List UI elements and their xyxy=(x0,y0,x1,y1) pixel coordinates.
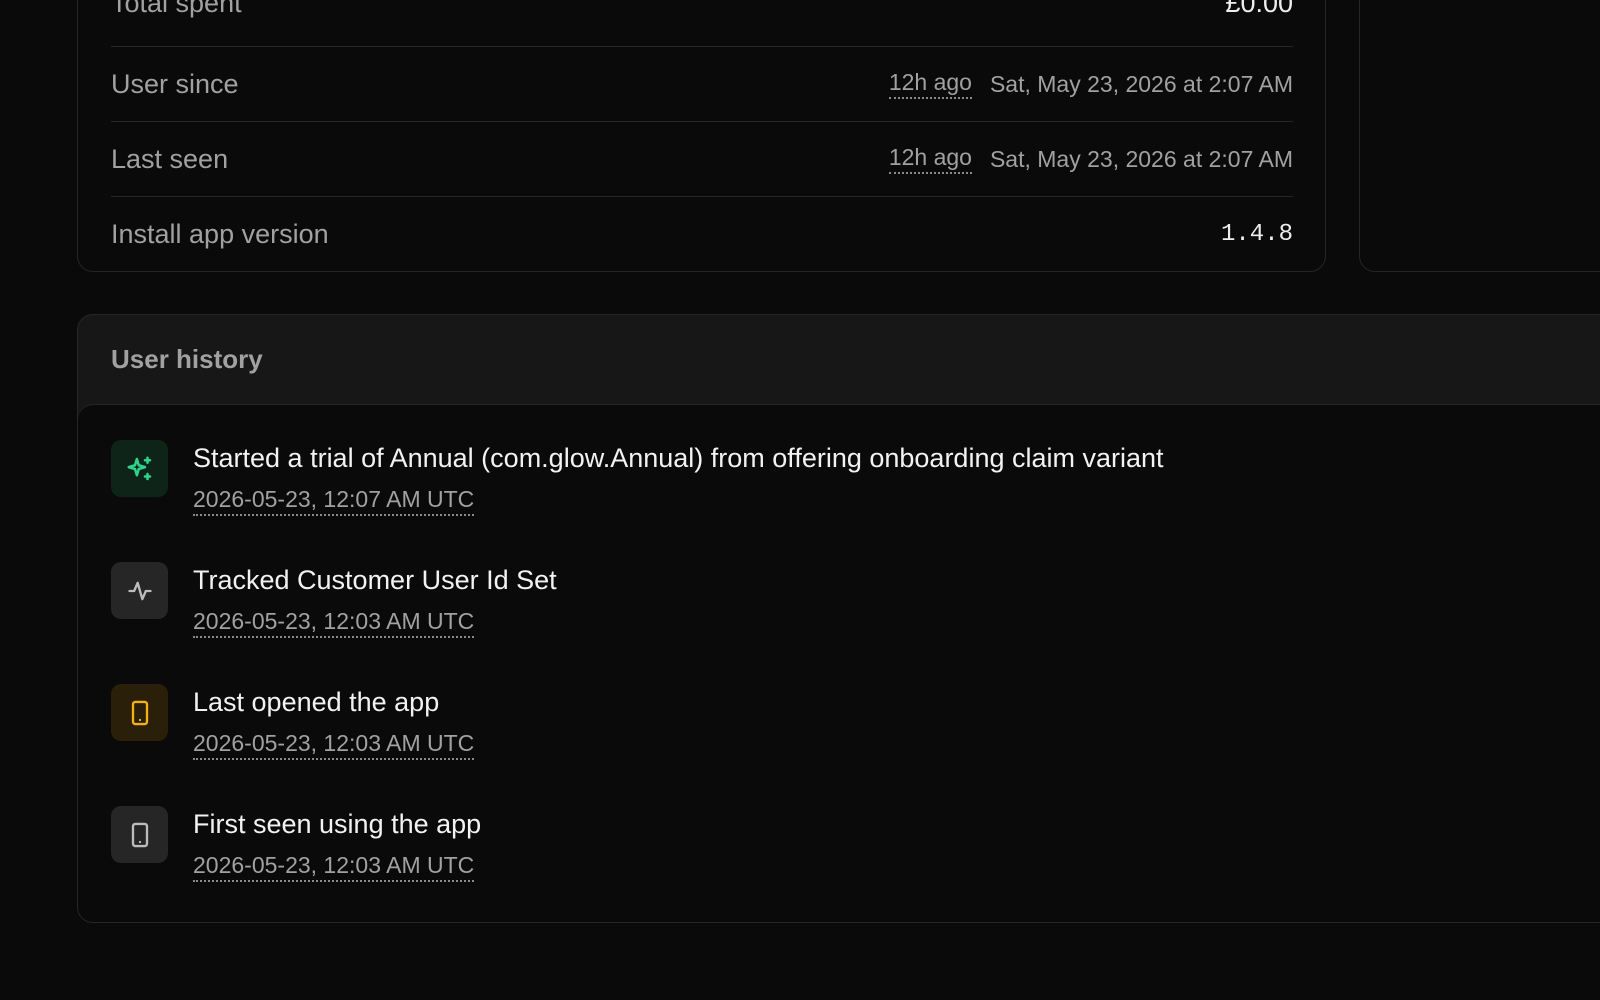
user-history-list: Started a trial of Annual (com.glow.Annu… xyxy=(78,404,1600,922)
user-history-card: User history Started a trial of Annual (… xyxy=(77,314,1600,923)
install-app-version-row: Install app version 1.4.8 xyxy=(111,197,1293,272)
customer-details-card: Total spent £0.00 User since 12h ago Sat… xyxy=(77,0,1326,272)
smartphone-icon xyxy=(111,684,168,741)
history-event-title: Last opened the app xyxy=(193,687,440,717)
user-since-relative-time[interactable]: 12h ago xyxy=(888,69,972,99)
total-spent-row: Total spent £0.00 xyxy=(111,0,1293,47)
install-app-version-value: 1.4.8 xyxy=(1220,221,1293,248)
sparkles-icon xyxy=(111,440,168,497)
last-seen-relative-time[interactable]: 12h ago xyxy=(888,144,972,174)
history-event-text: Started a trial of Annual (com.glow.Annu… xyxy=(193,440,1164,516)
history-event-time[interactable]: 2026-05-23, 12:07 AM UTC xyxy=(193,486,475,516)
history-event: Last opened the app 2026-05-23, 12:03 AM… xyxy=(111,684,475,760)
history-event-time[interactable]: 2026-05-23, 12:03 AM UTC xyxy=(193,730,475,760)
smartphone-icon xyxy=(111,806,168,863)
last-seen-row: Last seen 12h ago Sat, May 23, 2026 at 2… xyxy=(111,122,1293,197)
user-since-label: User since xyxy=(111,68,239,99)
history-event-text: Tracked Customer User Id Set 2026-05-23,… xyxy=(193,562,557,638)
user-history-title: User history xyxy=(111,344,263,374)
user-since-value: 12h ago Sat, May 23, 2026 at 2:07 AM xyxy=(888,69,1293,99)
history-event-title: Started a trial of Annual (com.glow.Annu… xyxy=(193,443,1164,473)
user-since-absolute-time: Sat, May 23, 2026 at 2:07 AM xyxy=(989,70,1293,97)
history-event-time[interactable]: 2026-05-23, 12:03 AM UTC xyxy=(193,852,475,882)
total-spent-value: £0.00 xyxy=(1225,0,1293,18)
last-seen-absolute-time: Sat, May 23, 2026 at 2:07 AM xyxy=(989,145,1293,172)
last-seen-label: Last seen xyxy=(111,143,229,174)
history-event: Started a trial of Annual (com.glow.Annu… xyxy=(111,440,1164,516)
activity-icon xyxy=(111,562,168,619)
history-event: First seen using the app 2026-05-23, 12:… xyxy=(111,806,481,882)
last-seen-value: 12h ago Sat, May 23, 2026 at 2:07 AM xyxy=(888,144,1293,174)
install-app-version-label: Install app version xyxy=(111,219,329,249)
history-event-title: First seen using the app xyxy=(193,809,482,839)
history-event-text: First seen using the app 2026-05-23, 12:… xyxy=(193,806,481,882)
user-since-row: User since 12h ago Sat, May 23, 2026 at … xyxy=(111,47,1293,122)
history-event-text: Last opened the app 2026-05-23, 12:03 AM… xyxy=(193,684,475,760)
side-card xyxy=(1359,0,1600,272)
history-event-time[interactable]: 2026-05-23, 12:03 AM UTC xyxy=(193,608,475,638)
total-spent-label: Total spent xyxy=(111,0,242,18)
history-event: Tracked Customer User Id Set 2026-05-23,… xyxy=(111,562,557,638)
history-event-title: Tracked Customer User Id Set xyxy=(193,565,557,595)
page: Total spent £0.00 User since 12h ago Sat… xyxy=(0,0,1600,1000)
